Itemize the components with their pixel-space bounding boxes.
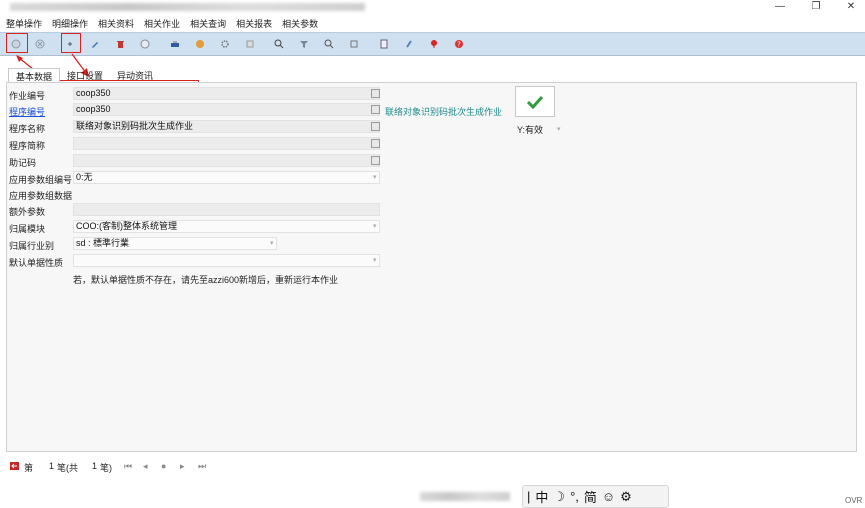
default-doc-chevron-down-icon[interactable]: ▾ xyxy=(373,256,377,264)
job-no-input[interactable]: coop350 xyxy=(73,87,380,100)
ime-mode-button[interactable]: 中 xyxy=(535,487,548,506)
prog-short-input[interactable] xyxy=(73,137,380,150)
attach-icon[interactable] xyxy=(243,37,257,51)
mnemonic-label: 助记码 xyxy=(9,158,37,168)
param-group-no-label: 应用参数组编号 xyxy=(9,175,73,185)
copy-icon[interactable] xyxy=(138,37,152,51)
moon-icon[interactable]: ☽ xyxy=(553,489,565,505)
menu-detail[interactable]: 明细操作 xyxy=(52,17,88,30)
tab-strip: 基本数据 接口设置 异动资讯 xyxy=(8,68,160,82)
extra-param-input[interactable] xyxy=(73,203,380,216)
param-group-chevron-down-icon[interactable]: ▾ xyxy=(373,173,377,181)
query-icon[interactable] xyxy=(322,37,336,51)
module-chevron-down-icon[interactable]: ▾ xyxy=(373,222,377,230)
nav-current: 1 xyxy=(49,461,55,471)
ovr-indicator: OVR xyxy=(845,496,863,505)
menu-bar: 整单操作 明细操作 相关资料 相关作业 相关查询 相关报表 相关参数 xyxy=(0,14,865,32)
param-group-data-label: 应用参数组数据 xyxy=(9,191,73,201)
clip-icon[interactable] xyxy=(402,37,416,51)
module-label: 归属模块 xyxy=(9,224,46,234)
extra-param-label: 额外参数 xyxy=(9,207,46,217)
industry-select[interactable]: sd : 標準行業 xyxy=(73,237,277,250)
mnemonic-input[interactable] xyxy=(73,154,380,167)
settings-gear-icon[interactable] xyxy=(218,37,232,51)
prev-record-icon[interactable]: ◂ xyxy=(143,461,148,472)
svg-text:?: ? xyxy=(457,41,461,49)
settings-icon[interactable]: ⚙ xyxy=(620,489,632,505)
prog-no-input[interactable]: coop350 xyxy=(73,103,380,116)
prog-name-translate-icon[interactable] xyxy=(371,122,380,131)
menu-related-jobs[interactable]: 相关作业 xyxy=(144,17,180,30)
nav-total: 1 xyxy=(92,461,98,471)
prog-no-lookup-icon[interactable] xyxy=(371,105,380,114)
export-icon[interactable] xyxy=(193,37,207,51)
industry-label: 归属行业别 xyxy=(9,241,55,251)
tab-interface-settings[interactable]: 接口设置 xyxy=(60,68,110,82)
nav-unit: 笔(共 xyxy=(57,463,78,473)
assoc-program-link[interactable]: 联络对象识别码批次生成作业 xyxy=(385,105,502,118)
maximize-button[interactable]: ❐ xyxy=(806,1,826,12)
highlight-box-browse xyxy=(6,33,28,53)
cancel-icon[interactable] xyxy=(33,37,47,51)
status-chevron-down-icon[interactable]: ▾ xyxy=(557,125,561,133)
refresh-icon[interactable] xyxy=(347,37,361,51)
current-record-icon[interactable]: ● xyxy=(161,461,166,471)
job-no-label: 作业编号 xyxy=(9,91,46,101)
delete-icon[interactable] xyxy=(113,37,127,51)
prog-short-translate-icon[interactable] xyxy=(371,139,380,148)
prog-name-input[interactable]: 联络对象识别码批次生成作业 xyxy=(73,120,380,133)
punctuation-button[interactable]: °, xyxy=(570,489,579,504)
exit-icon[interactable] xyxy=(10,461,20,473)
mnemonic-translate-icon[interactable] xyxy=(371,156,380,165)
highlight-box-add xyxy=(61,33,81,53)
close-button[interactable]: ✕ xyxy=(841,1,861,12)
prog-short-label: 程序简称 xyxy=(9,141,46,151)
tab-change-info[interactable]: 异动资讯 xyxy=(110,68,160,82)
job-no-lookup-icon[interactable] xyxy=(371,89,380,98)
edit-icon[interactable] xyxy=(88,37,102,51)
first-record-icon[interactable]: ⏮ xyxy=(124,461,132,472)
title-bar: — ❐ ✕ xyxy=(0,0,865,14)
menu-related-report[interactable]: 相关报表 xyxy=(236,17,272,30)
hint-text: 若，默认单据性质不存在，请先至azzi600新增后，重新运行本作业 xyxy=(73,275,339,285)
menu-related-data[interactable]: 相关资料 xyxy=(98,17,134,30)
last-record-icon[interactable]: ⏭ xyxy=(198,461,206,472)
nav-label: 第 xyxy=(24,463,34,473)
prog-no-label[interactable]: 程序编号 xyxy=(9,105,45,118)
default-doc-type-label: 默认单据性质 xyxy=(9,258,64,268)
menu-related-query[interactable]: 相关查询 xyxy=(190,17,226,30)
charset-button[interactable]: 简 xyxy=(584,487,597,506)
ime-cursor: | xyxy=(527,489,531,504)
default-doc-type-select[interactable] xyxy=(73,254,380,267)
location-pin-icon[interactable] xyxy=(427,37,441,51)
menu-whole-order[interactable]: 整单操作 xyxy=(6,17,42,30)
nav-unit-close: 笔) xyxy=(100,463,112,473)
toolbar: ? xyxy=(0,32,865,56)
confirm-button[interactable] xyxy=(515,86,555,117)
emoji-icon[interactable]: ☺ xyxy=(602,489,615,504)
check-icon xyxy=(526,95,544,109)
ime-toolbar: | 中 ☽ °, 简 ☺ ⚙ xyxy=(522,485,669,508)
help-icon[interactable]: ? xyxy=(452,37,466,51)
next-record-icon[interactable]: ▸ xyxy=(180,461,185,472)
blurred-title xyxy=(10,3,365,11)
filter-icon[interactable] xyxy=(297,37,311,51)
prog-name-label: 程序名称 xyxy=(9,124,46,134)
menu-related-params[interactable]: 相关参数 xyxy=(282,17,318,30)
status-select[interactable]: Y:有效 xyxy=(517,123,543,136)
search-icon[interactable] xyxy=(272,37,286,51)
industry-chevron-down-icon[interactable]: ▾ xyxy=(270,239,274,247)
param-group-no-select[interactable]: 0:无 xyxy=(73,171,380,184)
minimize-button[interactable]: — xyxy=(770,1,790,12)
document-icon[interactable] xyxy=(377,37,391,51)
module-select[interactable]: COO:(客制)整体系统管理 xyxy=(73,220,380,233)
print-icon[interactable] xyxy=(168,37,182,51)
tab-basic-data[interactable]: 基本数据 xyxy=(8,68,61,82)
blurred-status xyxy=(420,492,510,501)
